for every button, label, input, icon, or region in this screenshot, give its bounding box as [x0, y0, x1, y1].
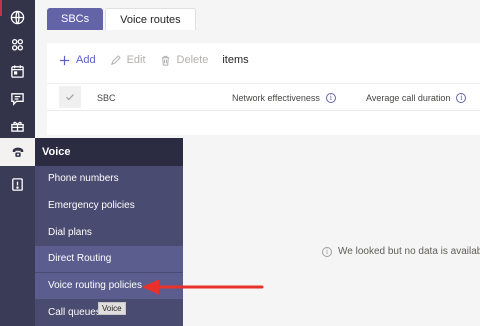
alert-icon[interactable] — [0, 171, 35, 197]
flyout-title: Voice — [42, 146, 71, 158]
select-all-checkbox[interactable] — [59, 86, 81, 108]
tab-bar: SBCs Voice routes — [47, 8, 196, 30]
items-count: items — [222, 54, 249, 66]
add-button[interactable]: Add — [59, 54, 96, 66]
globe-icon[interactable] — [0, 4, 35, 30]
column-average-call-duration[interactable]: Average call duration i — [366, 93, 467, 103]
sbc-card: Add Edit Delete items SBC Network effect… — [47, 43, 480, 135]
add-label: Add — [76, 54, 96, 66]
edit-label: Edit — [126, 54, 146, 66]
trash-icon — [161, 55, 169, 66]
menu-item-phone-numbers[interactable]: Phone numbers — [35, 166, 183, 192]
tooltip: Voice — [98, 302, 126, 315]
plus-icon — [59, 55, 70, 65]
menu-item-direct-routing[interactable]: Direct Routing — [35, 246, 183, 272]
column-network-effectiveness[interactable]: Network effectiveness i — [232, 93, 336, 103]
column-average-call-duration-label: Average call duration — [366, 93, 451, 103]
tab-voice-routes[interactable]: Voice routes — [105, 8, 196, 30]
column-sbc-label: SBC — [97, 93, 116, 103]
checkmark-icon — [66, 94, 74, 101]
column-network-effectiveness-label: Network effectiveness — [232, 93, 320, 103]
info-icon[interactable]: i — [456, 93, 467, 103]
empty-state-text: We looked but no data is available — [338, 246, 480, 257]
empty-state-message: i We looked but no data is available — [322, 246, 480, 257]
pencil-icon — [110, 54, 121, 65]
voice-flyout: Voice Phone numbers Emergency policies D… — [0, 138, 183, 326]
toolbar: Add Edit Delete items — [47, 43, 480, 77]
delete-button[interactable]: Delete — [160, 54, 209, 66]
edit-button[interactable]: Edit — [110, 54, 146, 66]
table-header: SBC Network effectiveness i Average call… — [47, 83, 480, 111]
red-arrow-annotation — [142, 279, 264, 295]
info-icon[interactable]: i — [325, 93, 336, 103]
column-sbc[interactable]: SBC — [97, 93, 116, 103]
users-icon[interactable] — [0, 31, 35, 57]
apps-icon[interactable] — [0, 112, 35, 138]
phone-icon[interactable] — [0, 138, 35, 166]
tab-sbcs[interactable]: SBCs — [47, 8, 104, 30]
calendar-icon[interactable] — [0, 58, 35, 84]
menu-item-dial-plans[interactable]: Dial plans — [35, 220, 183, 246]
menu-item-emergency-policies[interactable]: Emergency policies — [35, 193, 183, 219]
flyout-header[interactable]: Voice — [0, 138, 183, 166]
info-icon: i — [322, 246, 332, 257]
chat-icon[interactable] — [0, 85, 35, 111]
delete-label: Delete — [176, 54, 209, 66]
